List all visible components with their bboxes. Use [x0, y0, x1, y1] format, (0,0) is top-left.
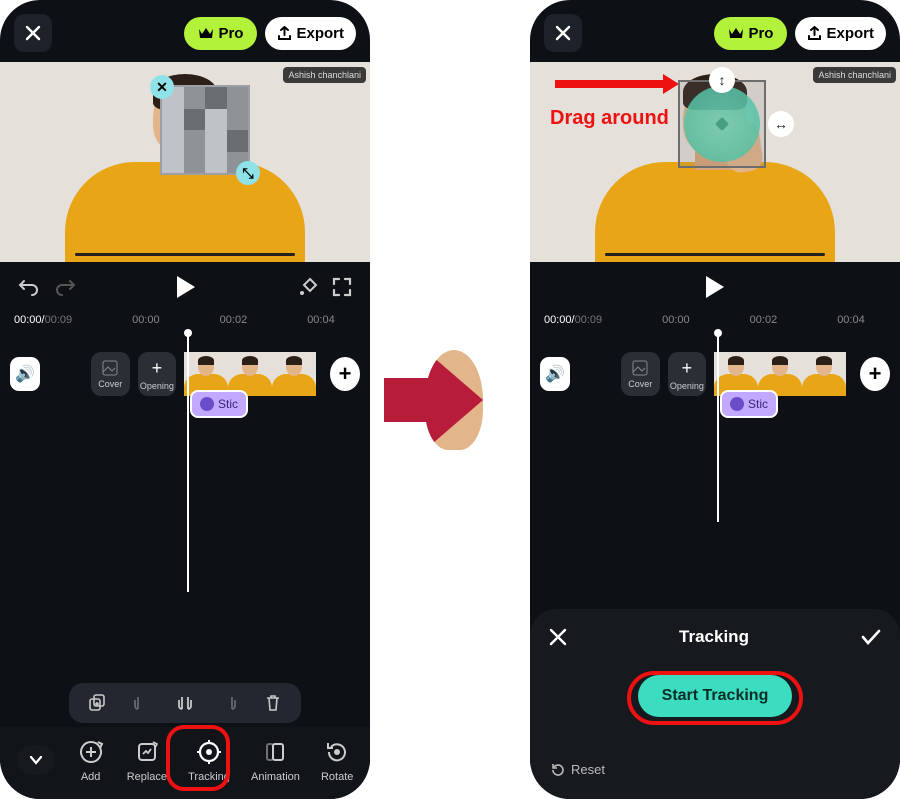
- add-clip-button[interactable]: +: [860, 357, 890, 391]
- watermark-label: Ashish chanchlani: [283, 67, 366, 83]
- tracking-circle[interactable]: [684, 86, 760, 162]
- sticker-dot-icon: [730, 397, 744, 411]
- image-icon: [631, 359, 649, 377]
- undo-button[interactable]: [18, 278, 40, 296]
- playhead[interactable]: [187, 332, 189, 592]
- panel-confirm-button[interactable]: [860, 628, 882, 646]
- animation-tool[interactable]: Animation: [251, 737, 300, 783]
- start-tracking-button[interactable]: Start Tracking: [638, 675, 793, 717]
- playback-controls: [530, 262, 900, 312]
- sticker-track-chip[interactable]: Stic: [190, 390, 248, 418]
- resize-vertical-handle[interactable]: ↕: [709, 67, 735, 93]
- add-icon: [78, 739, 104, 765]
- transition-arrow: [384, 350, 514, 450]
- sticker-scale-handle[interactable]: ⤡: [236, 161, 260, 185]
- crown-icon: [198, 26, 214, 40]
- export-label: Export: [296, 25, 344, 42]
- audio-toggle-button[interactable]: 🔊: [540, 357, 570, 391]
- reset-button[interactable]: Reset: [550, 762, 605, 777]
- collapse-button[interactable]: [17, 745, 55, 775]
- progress-line: [605, 253, 825, 256]
- sticker-track-chip[interactable]: Stic: [720, 390, 778, 418]
- timeline-area[interactable]: 🔊 Cover +Opening + Stic: [0, 332, 370, 416]
- preview-area[interactable]: Drag around ↕ ↔ Ashish chanchlani: [530, 62, 900, 262]
- cover-clip-button[interactable]: Cover: [91, 352, 130, 396]
- tracking-target[interactable]: ↕ ↔: [678, 80, 766, 168]
- audio-toggle-button[interactable]: 🔊: [10, 357, 40, 391]
- image-icon: [101, 359, 119, 377]
- close-button[interactable]: [544, 14, 582, 52]
- replace-icon: [135, 740, 159, 764]
- edit-tool-row: [69, 683, 301, 723]
- sticker-dot-icon: [200, 397, 214, 411]
- target-icon: [196, 739, 222, 765]
- playback-controls: [0, 262, 370, 312]
- play-button[interactable]: [706, 276, 724, 298]
- top-bar: Pro Export: [530, 0, 900, 62]
- chevron-down-icon: [29, 755, 43, 765]
- add-tool[interactable]: Add: [76, 737, 106, 783]
- top-bar: Pro Export: [0, 0, 370, 62]
- hint-label: Drag around: [550, 107, 669, 130]
- screen-after: Pro Export Drag around ↕ ↔ Ashish chanch…: [530, 0, 900, 799]
- export-button[interactable]: Export: [795, 17, 886, 50]
- cover-clip-button[interactable]: Cover: [621, 352, 660, 396]
- export-button[interactable]: Export: [265, 17, 356, 50]
- opening-clip-button[interactable]: +Opening: [138, 352, 177, 396]
- mosaic-sticker[interactable]: ✕ ⤡: [160, 85, 250, 175]
- reset-icon: [550, 762, 565, 777]
- add-clip-button[interactable]: +: [330, 357, 360, 391]
- timeline-area[interactable]: 🔊 Cover +Opening + Stic: [530, 332, 900, 416]
- tracking-tool[interactable]: Tracking: [188, 737, 230, 783]
- fullscreen-button[interactable]: [332, 277, 352, 297]
- rotate-icon: [324, 739, 350, 765]
- panel-title: Tracking: [679, 627, 749, 647]
- bottom-toolbar: Add Replace Tracking Animation Rotate: [0, 727, 370, 799]
- resize-horizontal-handle[interactable]: ↔: [768, 111, 794, 137]
- export-icon: [277, 26, 292, 41]
- screen-before: Pro Export ✕ ⤡ Ashish chanchlani: [0, 0, 370, 799]
- redo-button[interactable]: [54, 278, 76, 296]
- preview-area[interactable]: ✕ ⤡ Ashish chanchlani: [0, 62, 370, 262]
- play-button[interactable]: [177, 276, 195, 298]
- replace-tool[interactable]: Replace: [127, 737, 167, 783]
- clip-thumb[interactable]: [802, 352, 846, 396]
- sticker-close-handle[interactable]: ✕: [150, 75, 174, 99]
- rotate-tool[interactable]: Rotate: [321, 737, 353, 783]
- keyframe-button[interactable]: [296, 276, 318, 298]
- crown-icon: [728, 26, 744, 40]
- panel-close-button[interactable]: [548, 627, 568, 647]
- tracking-panel: Tracking Start Tracking Reset: [530, 609, 900, 799]
- progress-line: [75, 253, 295, 256]
- pro-button[interactable]: Pro: [714, 17, 787, 50]
- split-left-button[interactable]: [131, 693, 151, 713]
- delete-button[interactable]: [263, 693, 283, 713]
- close-button[interactable]: [14, 14, 52, 52]
- pro-button[interactable]: Pro: [184, 17, 257, 50]
- animation-icon: [263, 740, 287, 764]
- duplicate-button[interactable]: [87, 693, 107, 713]
- playhead[interactable]: [717, 332, 719, 522]
- hint-arrow: [555, 80, 665, 88]
- split-button[interactable]: [175, 693, 195, 713]
- split-right-button[interactable]: [219, 693, 239, 713]
- opening-clip-button[interactable]: +Opening: [668, 352, 707, 396]
- pro-label: Pro: [218, 25, 243, 42]
- export-icon: [807, 26, 822, 41]
- watermark-label: Ashish chanchlani: [813, 67, 896, 83]
- clip-thumb[interactable]: [272, 352, 316, 396]
